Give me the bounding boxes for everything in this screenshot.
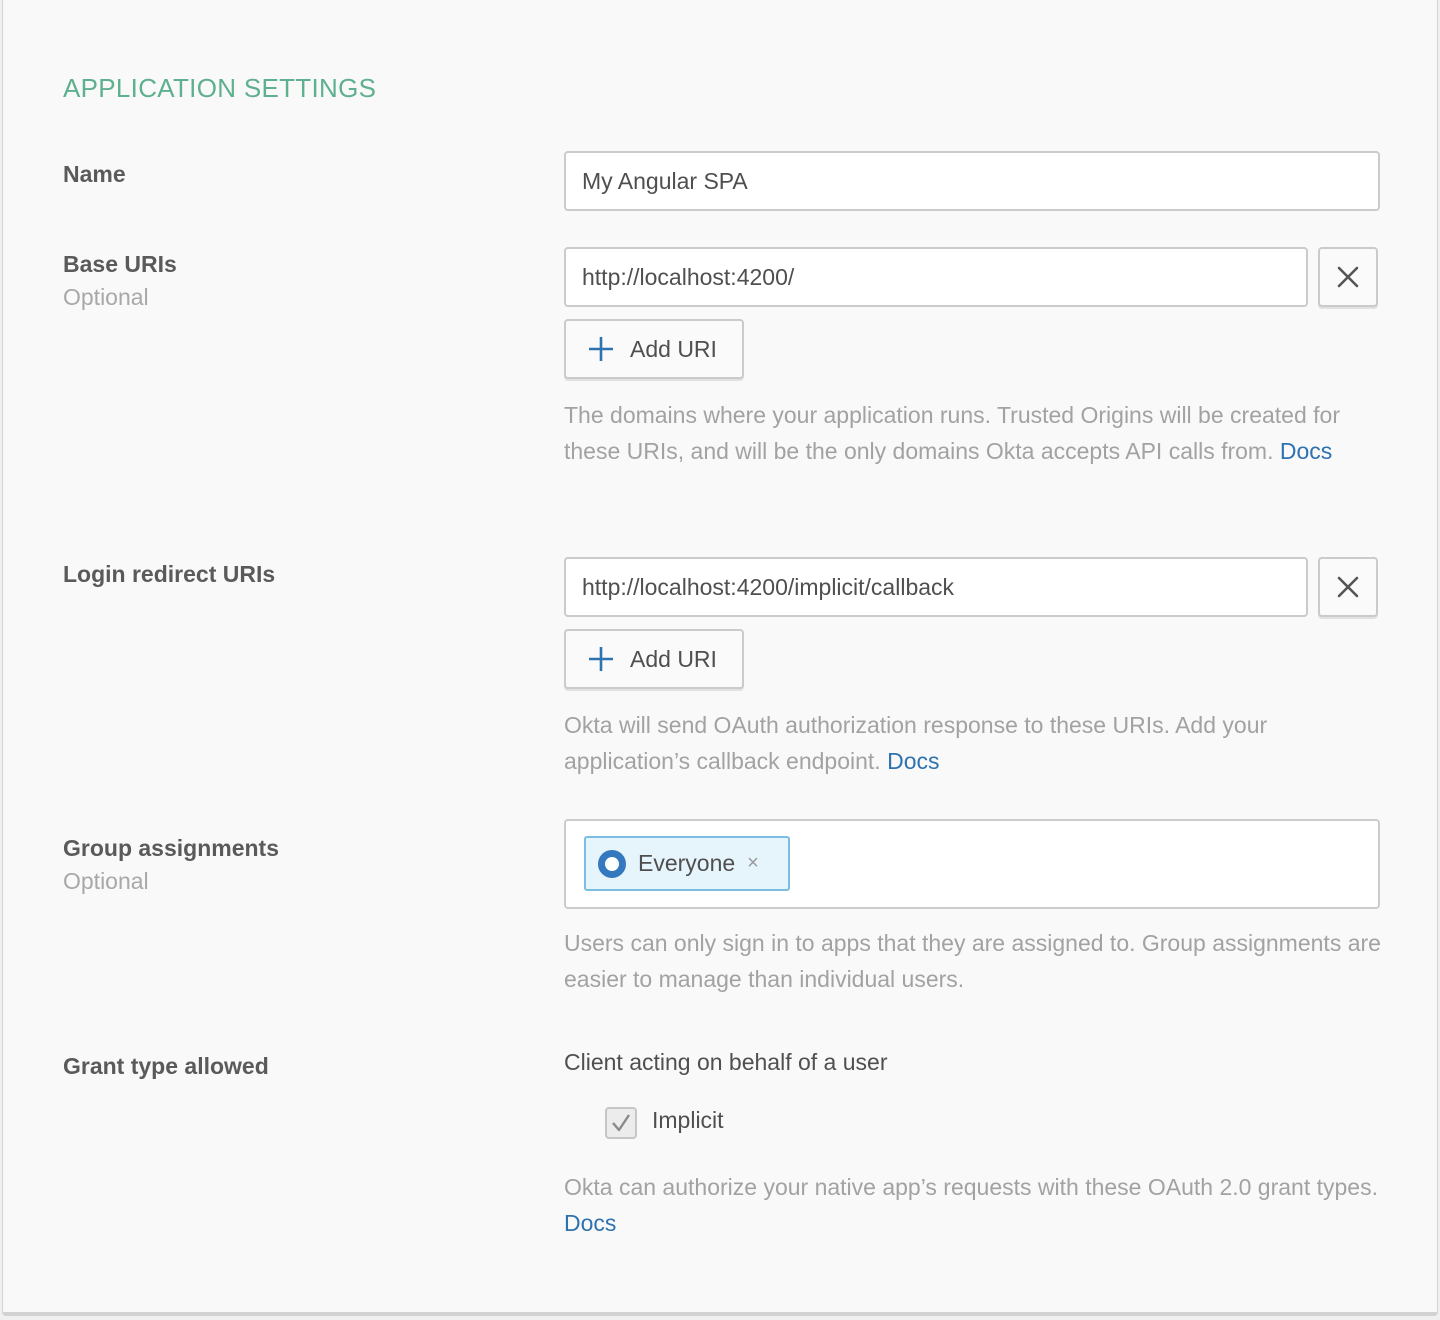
name-input[interactable]: My Angular SPA: [564, 151, 1380, 211]
remove-group-icon[interactable]: ×: [747, 852, 759, 875]
grant-type-help: Okta can authorize your native app’s req…: [564, 1169, 1384, 1241]
close-icon: [1337, 266, 1359, 288]
section-title: APPLICATION SETTINGS: [63, 73, 377, 103]
login-redirect-uri-input[interactable]: http://localhost:4200/implicit/callback: [564, 557, 1308, 617]
group-chip-label: Everyone: [638, 850, 736, 876]
base-uris-help-text: The domains where your application runs.…: [564, 402, 1340, 464]
application-settings-panel: APPLICATION SETTINGS Name My Angular SPA…: [2, 0, 1438, 1316]
group-assignments-help: Users can only sign in to apps that they…: [564, 930, 1381, 992]
plus-icon: [589, 337, 613, 361]
checkmark-icon: [612, 1114, 630, 1132]
base-uris-docs-link[interactable]: Docs: [1280, 438, 1332, 464]
login-redirect-docs-link[interactable]: Docs: [887, 748, 939, 774]
remove-base-uri-button[interactable]: [1318, 247, 1378, 307]
grant-type-help-text: Okta can authorize your native app’s req…: [564, 1174, 1378, 1200]
base-uris-help: The domains where your application runs.…: [564, 397, 1384, 469]
grant-type-heading: Client acting on behalf of a user: [564, 1049, 888, 1075]
group-assignments-input[interactable]: Everyone ×: [564, 819, 1380, 909]
login-redirect-help: Okta will send OAuth authorization respo…: [564, 707, 1384, 779]
remove-login-redirect-uri-button[interactable]: [1318, 557, 1378, 617]
base-uris-label: Base URIs: [63, 251, 177, 277]
grant-type-docs-link[interactable]: Docs: [564, 1210, 616, 1236]
add-login-redirect-uri-label: Add URI: [630, 645, 717, 672]
add-base-uri-label: Add URI: [630, 335, 717, 362]
group-chip-everyone: Everyone ×: [584, 836, 790, 891]
group-assignments-optional: Optional: [63, 868, 149, 894]
group-icon: [598, 849, 626, 878]
group-assignments-label: Group assignments: [63, 835, 279, 861]
add-base-uri-button[interactable]: Add URI: [564, 319, 744, 379]
base-uri-input[interactable]: http://localhost:4200/: [564, 247, 1308, 307]
grant-type-label: Grant type allowed: [63, 1053, 269, 1079]
login-redirect-uris-label: Login redirect URIs: [63, 561, 276, 587]
implicit-checkbox[interactable]: [605, 1107, 637, 1139]
plus-icon: [589, 647, 613, 671]
add-login-redirect-uri-button[interactable]: Add URI: [564, 629, 744, 689]
base-uris-optional: Optional: [63, 284, 149, 310]
implicit-label: Implicit: [652, 1107, 724, 1133]
close-icon: [1337, 576, 1359, 598]
name-label: Name: [63, 161, 126, 187]
